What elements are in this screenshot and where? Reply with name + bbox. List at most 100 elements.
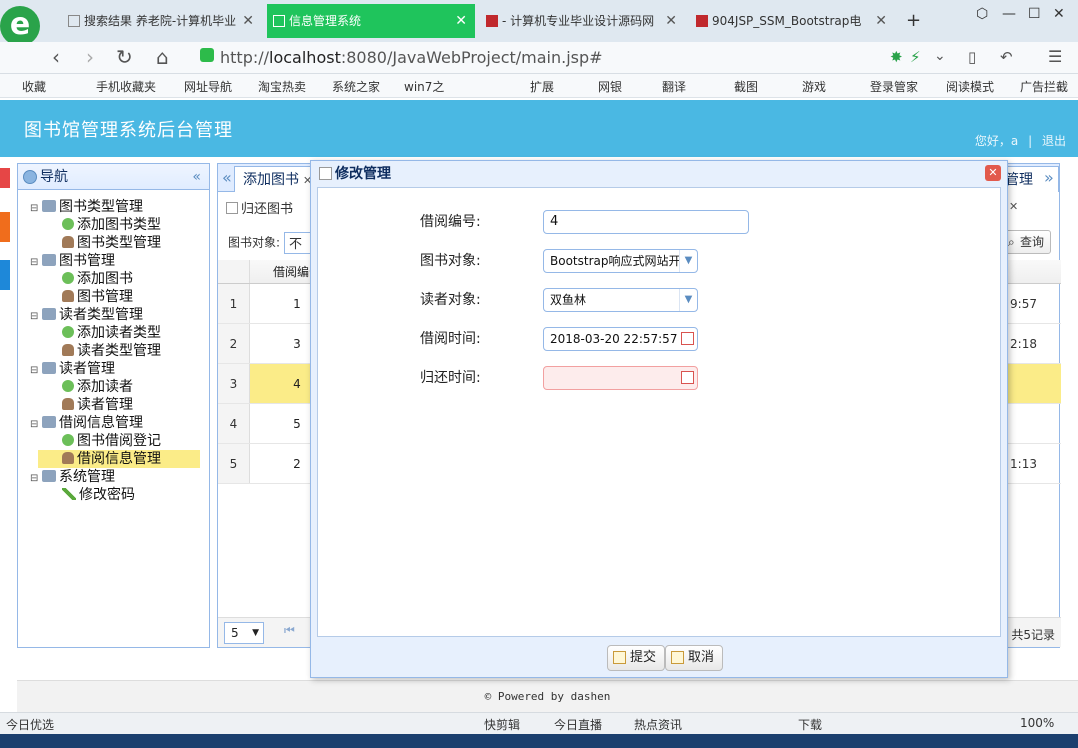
downloads-link[interactable]: 下载 — [798, 716, 822, 733]
cancel-button[interactable]: 取消 — [665, 645, 724, 671]
bookmark-translate[interactable]: 翻译 — [662, 78, 686, 95]
site-icon — [486, 15, 498, 27]
close-icon[interactable]: ✕ — [242, 4, 254, 38]
app-header: 图书馆管理系统后台管理 您好，a | 退出 — [0, 100, 1078, 157]
nav-item-add-reader[interactable]: 添加读者 — [18, 378, 209, 396]
form-row-reader: 读者对象: 双鱼林 ▼ — [318, 288, 1002, 320]
close-icon[interactable]: ✕ — [875, 4, 887, 38]
speed-icon[interactable]: ⚡ — [910, 48, 921, 66]
close-icon[interactable]: ✕ — [455, 4, 467, 38]
address-bar-row: ‹ › ↻ ⌂ http://localhost:8080/JavaWebPro… — [0, 42, 1078, 74]
browser-tab-search[interactable]: 搜索结果 养老院-计算机毕业 ✕ — [62, 4, 262, 38]
add-icon — [62, 380, 74, 392]
logout-link[interactable]: 退出 — [1042, 134, 1066, 148]
bookmark-adblock[interactable]: 广告拦截 — [1020, 78, 1068, 95]
edit-dialog: 修改管理 ✕ 借阅编号: 4 图书对象: Bootstrap响应式网站开 ▼ 读… — [310, 160, 1008, 678]
sidebar-fav-icon[interactable] — [0, 260, 10, 290]
nav-item-book-manage[interactable]: 图书管理 — [18, 288, 209, 306]
bookmark-favorites[interactable]: 收藏 — [22, 78, 46, 95]
dialog-close-button[interactable]: ✕ — [985, 165, 1001, 181]
browser-tab-active[interactable]: 信息管理系统 ✕ — [267, 4, 475, 38]
close-window-icon[interactable]: ✕ — [1053, 6, 1065, 22]
nav-group-book-type[interactable]: ⊟ 图书类型管理 — [18, 198, 209, 216]
edit-icon — [319, 167, 332, 180]
zoom-level[interactable]: 100% — [1020, 716, 1054, 730]
news-link[interactable]: 热点资讯 — [634, 716, 682, 733]
nav-item-borrow-register[interactable]: 图书借阅登记 — [18, 432, 209, 450]
form-row-borrow-time: 借阅时间: 2018-03-20 22:57:57 — [318, 327, 1002, 359]
browser-tab-source[interactable]: - 计算机专业毕业设计源码网 ✕ — [480, 4, 685, 38]
bookmark-taobao[interactable]: 淘宝热卖 — [258, 78, 306, 95]
phone-icon[interactable]: ▯ — [968, 48, 976, 66]
quick-clip-link[interactable]: 快剪辑 — [484, 716, 520, 733]
return-book-button[interactable]: 归还图书 — [241, 202, 293, 217]
url-field[interactable]: http://localhost:8080/JavaWebProject/mai… — [220, 45, 960, 71]
menu-icon[interactable]: ☰ — [1048, 47, 1062, 66]
nav-group-system[interactable]: ⊟ 系统管理 — [18, 468, 209, 486]
chevron-down-icon[interactable]: ▼ — [679, 250, 697, 272]
bookmark-system[interactable]: 系统之家 — [332, 78, 380, 95]
engine-icon[interactable]: ✸ — [890, 48, 903, 66]
nav-item-reader-manage[interactable]: 读者管理 — [18, 396, 209, 414]
nav-item-borrow-manage[interactable]: 借阅信息管理 — [38, 450, 200, 468]
tab-scroll-left-icon[interactable]: « — [222, 168, 232, 187]
back-icon[interactable]: ‹ — [52, 45, 60, 69]
nav-item-change-password[interactable]: 修改密码 — [18, 486, 209, 504]
calendar-icon[interactable] — [681, 332, 694, 345]
bookmark-games[interactable]: 游戏 — [802, 78, 826, 95]
reader-select[interactable]: 双鱼林 ▼ — [543, 288, 698, 312]
sidebar-fav-icon[interactable] — [0, 168, 10, 188]
bookmark-extensions[interactable]: 扩展 — [530, 78, 554, 95]
page-size-select[interactable]: 5 ▼ — [224, 622, 264, 644]
nav-group-borrow[interactable]: ⊟ 借阅信息管理 — [18, 414, 209, 432]
borrow-id-field[interactable]: 4 — [543, 210, 749, 234]
sidebar-fav-icon[interactable] — [0, 212, 10, 242]
user-icon — [62, 452, 74, 464]
book-select[interactable]: Bootstrap响应式网站开 ▼ — [543, 249, 698, 273]
add-icon — [62, 218, 74, 230]
skin-icon[interactable]: ⬡ — [976, 6, 988, 22]
calendar-icon[interactable] — [681, 371, 694, 384]
greeting: 您好，a — [974, 134, 1019, 148]
os-taskbar — [0, 734, 1078, 748]
forward-icon[interactable]: › — [86, 45, 94, 69]
new-tab-button[interactable]: + — [906, 10, 921, 31]
chevron-down-icon: ▼ — [252, 628, 259, 638]
maximize-icon[interactable]: ☐ — [1028, 6, 1041, 22]
undo-icon[interactable]: ↶ — [1000, 48, 1013, 66]
nav-item-add-reader-type[interactable]: 添加读者类型 — [18, 324, 209, 342]
live-link[interactable]: 今日直播 — [554, 716, 602, 733]
borrow-time-field[interactable]: 2018-03-20 22:57:57 — [543, 327, 698, 351]
collapse-icon[interactable]: « — [192, 164, 201, 190]
nav-item-reader-type-manage[interactable]: 读者类型管理 — [18, 342, 209, 360]
first-page-icon[interactable]: ⏮ — [284, 623, 295, 638]
daily-picks-link[interactable]: 今日优选 — [6, 716, 54, 733]
query-button[interactable]: ⌕ 查询 — [1001, 230, 1051, 254]
browser-tab-project[interactable]: 904JSP_SSM_Bootstrap电 ✕ — [690, 4, 895, 38]
submit-button[interactable]: 提交 — [607, 645, 666, 671]
nav-item-book-type-manage[interactable]: 图书类型管理 — [18, 234, 209, 252]
close-icon[interactable]: ✕ — [665, 4, 677, 38]
reload-icon[interactable]: ↻ — [116, 45, 133, 69]
chevron-down-icon[interactable]: ▼ — [679, 289, 697, 311]
nav-group-reader-type[interactable]: ⊟ 读者类型管理 — [18, 306, 209, 324]
bookmark-bank[interactable]: 网银 — [598, 78, 622, 95]
nav-group-reader[interactable]: ⊟ 读者管理 — [18, 360, 209, 378]
nav-item-add-book-type[interactable]: 添加图书类型 — [18, 216, 209, 234]
minimize-icon[interactable]: — — [1002, 6, 1016, 22]
close-icon[interactable]: ✕ — [1009, 200, 1018, 213]
bookmark-screenshot[interactable]: 截图 — [734, 78, 758, 95]
home-icon[interactable]: ⌂ — [156, 45, 169, 69]
nav-item-add-book[interactable]: 添加图书 — [18, 270, 209, 288]
bookmark-mobile[interactable]: 手机收藏夹 — [96, 78, 156, 95]
tab-scroll-right-icon[interactable]: » — [1044, 168, 1054, 187]
bookmark-reader[interactable]: 阅读模式 — [946, 78, 994, 95]
bookmark-win7[interactable]: win7之 — [404, 78, 444, 95]
return-time-field[interactable] — [543, 366, 698, 390]
nav-group-book[interactable]: ⊟ 图书管理 — [18, 252, 209, 270]
user-icon — [62, 398, 74, 410]
chevron-down-icon[interactable]: ⌄ — [934, 48, 946, 64]
bookmark-nav[interactable]: 网址导航 — [184, 78, 232, 95]
user-icon — [62, 236, 74, 248]
bookmark-login[interactable]: 登录管家 — [870, 78, 918, 95]
